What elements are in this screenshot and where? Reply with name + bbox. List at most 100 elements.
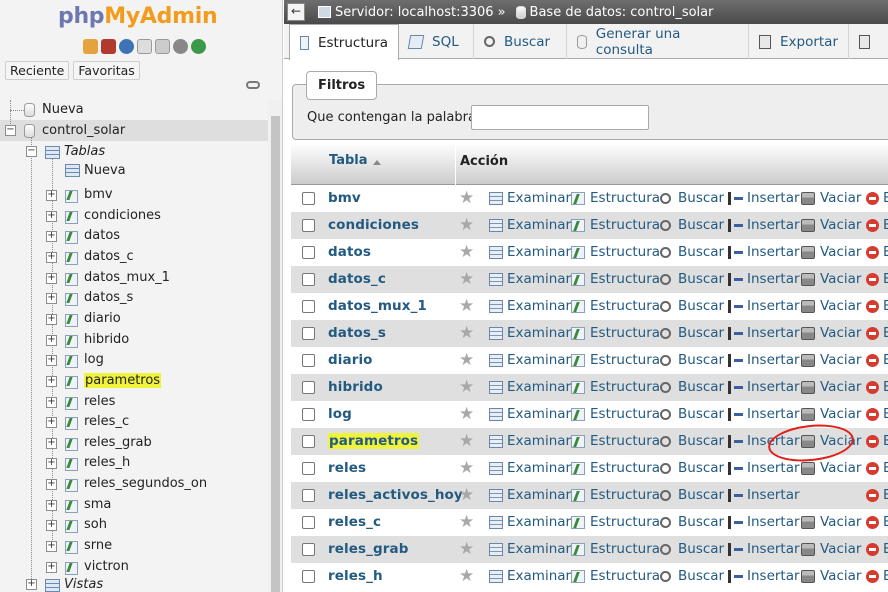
expand-icon[interactable]: +: [26, 579, 37, 590]
table-name-link[interactable]: reles_activos_hoy: [328, 487, 463, 503]
tree-views-group[interactable]: Vistas: [64, 577, 103, 592]
empty-icon[interactable]: [801, 381, 815, 394]
tree-table-item[interactable]: victron: [84, 559, 129, 574]
tree-table-item[interactable]: reles_segundos_on: [84, 476, 207, 491]
filter-input[interactable]: [471, 105, 649, 130]
table-name-link[interactable]: reles_c: [328, 514, 381, 530]
favorite-star-icon[interactable]: ★: [459, 189, 474, 207]
browse-link[interactable]: Examinar: [507, 433, 571, 449]
browse-link[interactable]: Examinar: [507, 406, 571, 422]
empty-link[interactable]: Vaciar: [820, 298, 861, 314]
tree-new-table[interactable]: Nueva: [84, 163, 126, 178]
browse-icon[interactable]: [489, 354, 503, 367]
drop-link-truncated[interactable]: E: [883, 568, 888, 584]
tree-table-item[interactable]: sma: [84, 497, 111, 512]
expand-icon[interactable]: +: [46, 334, 57, 346]
browse-link[interactable]: Examinar: [507, 379, 571, 395]
expand-icon[interactable]: +: [46, 375, 57, 387]
browse-icon[interactable]: [489, 219, 503, 232]
drop-link-truncated[interactable]: E: [883, 217, 888, 233]
table-name-link[interactable]: bmv: [328, 190, 361, 206]
structure-icon[interactable]: [571, 408, 585, 421]
recent-tab[interactable]: Reciente: [5, 61, 70, 80]
search-link[interactable]: Buscar: [678, 352, 724, 368]
structure-icon[interactable]: [571, 381, 585, 394]
favorite-star-icon[interactable]: ★: [459, 378, 474, 396]
tree-database[interactable]: control_solar: [42, 123, 125, 138]
structure-icon[interactable]: [571, 246, 585, 259]
insert-link[interactable]: Insertar: [747, 217, 800, 233]
empty-link[interactable]: Vaciar: [820, 433, 861, 449]
empty-icon[interactable]: [801, 570, 815, 583]
row-checkbox[interactable]: [302, 246, 315, 259]
table-structure-icon[interactable]: [64, 292, 78, 307]
browse-link[interactable]: Examinar: [507, 244, 571, 260]
row-checkbox[interactable]: [302, 219, 315, 232]
browse-icon[interactable]: [489, 462, 503, 475]
structure-link[interactable]: Estructura: [590, 298, 660, 314]
row-checkbox[interactable]: [302, 408, 315, 421]
structure-icon[interactable]: [571, 327, 585, 340]
row-checkbox[interactable]: [302, 381, 315, 394]
expand-icon[interactable]: +: [46, 251, 57, 263]
tab-sql[interactable]: SQL: [399, 24, 474, 59]
tab-structure[interactable]: Estructura: [289, 24, 399, 60]
empty-icon[interactable]: [801, 462, 815, 475]
table-structure-icon[interactable]: [64, 396, 78, 410]
insert-icon[interactable]: [728, 219, 743, 232]
browse-icon[interactable]: [489, 246, 503, 259]
empty-icon[interactable]: [801, 354, 815, 367]
drop-link-truncated[interactable]: E: [883, 514, 888, 530]
browse-link[interactable]: Examinar: [507, 514, 571, 530]
structure-icon[interactable]: [571, 300, 585, 313]
empty-link[interactable]: Vaciar: [820, 541, 861, 557]
search-icon[interactable]: [660, 301, 671, 312]
drop-link-truncated[interactable]: E: [883, 406, 888, 422]
table-structure-icon[interactable]: [64, 416, 78, 431]
drop-link-truncated[interactable]: E: [883, 487, 888, 503]
structure-icon[interactable]: [571, 354, 585, 367]
insert-icon[interactable]: [728, 273, 743, 286]
browse-link[interactable]: Examinar: [507, 190, 571, 206]
empty-link[interactable]: Vaciar: [820, 568, 861, 584]
browse-link[interactable]: Examinar: [507, 568, 571, 584]
structure-icon[interactable]: [571, 543, 585, 556]
favorite-star-icon[interactable]: ★: [459, 243, 474, 261]
insert-icon[interactable]: [728, 354, 743, 367]
row-checkbox[interactable]: [302, 435, 315, 448]
insert-icon[interactable]: [728, 300, 743, 313]
structure-icon[interactable]: [571, 219, 585, 232]
browse-icon[interactable]: [489, 408, 503, 421]
empty-icon[interactable]: [801, 219, 815, 232]
row-checkbox[interactable]: [302, 516, 315, 529]
insert-link[interactable]: Insertar: [747, 487, 800, 503]
empty-link[interactable]: Vaciar: [820, 244, 861, 260]
search-icon[interactable]: [660, 193, 671, 204]
table-structure-icon[interactable]: [64, 210, 78, 224]
search-link[interactable]: Buscar: [678, 244, 724, 260]
docs-icon[interactable]: [137, 39, 152, 54]
structure-icon[interactable]: [571, 516, 585, 529]
structure-link[interactable]: Estructura: [590, 217, 660, 233]
favorite-star-icon[interactable]: ★: [459, 567, 474, 585]
empty-icon[interactable]: [801, 300, 815, 313]
drop-icon[interactable]: [866, 381, 879, 394]
empty-link[interactable]: Vaciar: [820, 406, 861, 422]
insert-link[interactable]: Insertar: [747, 271, 800, 287]
table-name-link[interactable]: datos_mux_1: [328, 298, 427, 314]
structure-icon[interactable]: [571, 192, 585, 205]
table-name-link[interactable]: diario: [328, 352, 373, 368]
breadcrumb-server[interactable]: Servidor: localhost:3306: [335, 5, 494, 20]
insert-link[interactable]: Insertar: [747, 514, 800, 530]
structure-icon[interactable]: [571, 435, 585, 448]
structure-link[interactable]: Estructura: [590, 406, 660, 422]
empty-icon[interactable]: [801, 435, 815, 448]
drop-icon[interactable]: [866, 354, 879, 367]
tree-table-item[interactable]: datos_mux_1: [84, 270, 170, 285]
row-checkbox[interactable]: [302, 273, 315, 286]
browse-link[interactable]: Examinar: [507, 352, 571, 368]
search-link[interactable]: Buscar: [678, 514, 724, 530]
insert-link[interactable]: Insertar: [747, 379, 800, 395]
table-name-link[interactable]: condiciones: [328, 217, 419, 233]
drop-link-truncated[interactable]: E: [883, 433, 888, 449]
